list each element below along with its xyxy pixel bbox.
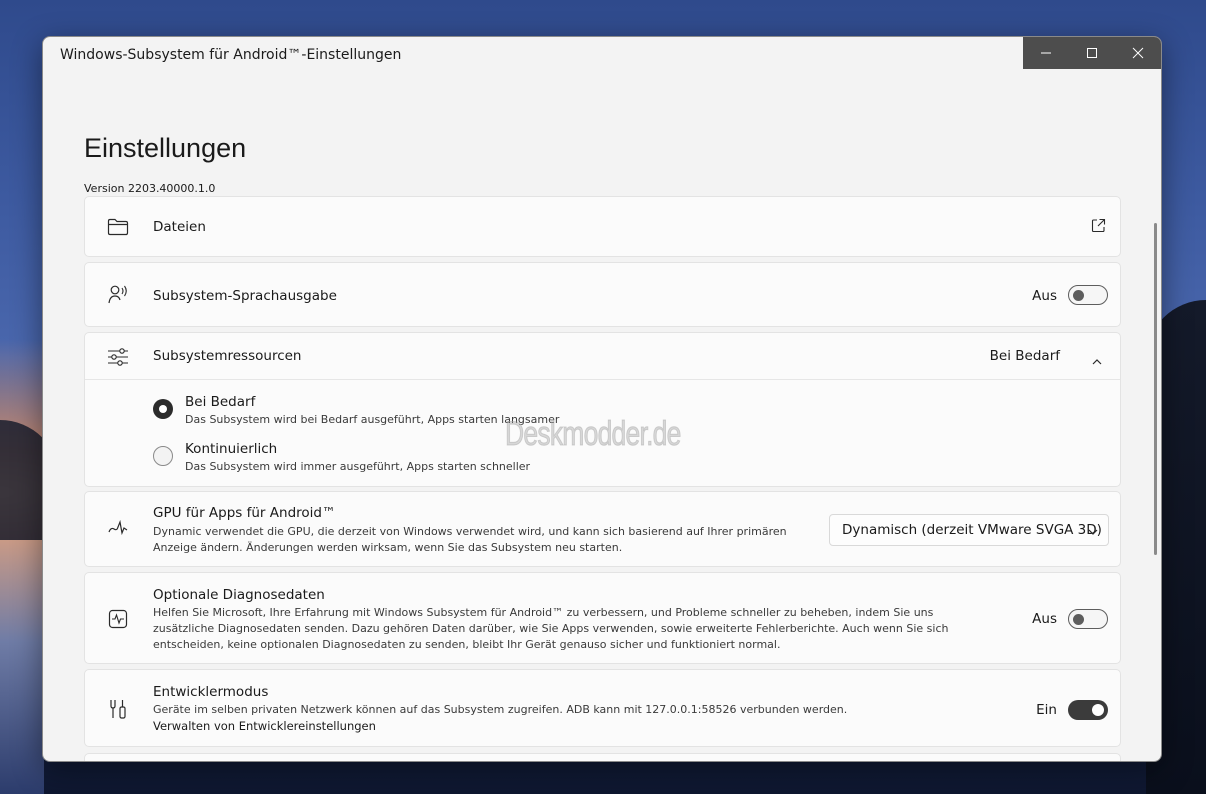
version-label: Version 2203.40000.1.0 [84,182,216,195]
diagnostics-desc-line3: entscheiden, keine optionalen Diagnoseda… [153,638,781,651]
developer-tools-icon [107,698,129,720]
developer-desc: Geräte im selben privaten Netzwerk könne… [153,703,848,716]
speech-label: Subsystem-Sprachausgabe [153,288,337,304]
open-external-icon[interactable] [1091,218,1106,237]
option-on-demand-label: Bei Bedarf [185,394,256,410]
chevron-down-icon [1088,524,1098,540]
pulse-icon [107,608,129,630]
diagnostics-toggle[interactable] [1068,609,1108,629]
watermark: Deskmodder.de [505,415,682,454]
caption-buttons [1023,37,1161,69]
gpu-card: GPU für Apps für Android™ Dynamic verwen… [84,491,1121,567]
next-card-partial [84,753,1121,761]
developer-toggle[interactable] [1068,700,1108,720]
option-on-demand-desc: Das Subsystem wird bei Bedarf ausgeführt… [185,413,560,426]
folder-icon [107,216,129,238]
speech-card: Subsystem-Sprachausgabe Aus [84,262,1121,327]
radio-continuous[interactable] [153,446,173,466]
settings-window: Windows-Subsystem für Android™-Einstellu… [42,36,1162,762]
files-card[interactable]: Dateien [84,196,1121,257]
diagnostics-label: Optionale Diagnosedaten [153,587,325,603]
developer-card: Entwicklermodus Geräte im selben private… [84,669,1121,747]
diagnostics-card: Optionale Diagnosedaten Helfen Sie Micro… [84,572,1121,664]
option-continuous-label: Kontinuierlich [185,441,278,457]
close-button[interactable] [1115,37,1161,69]
developer-label: Entwicklermodus [153,684,269,700]
speech-state-label: Aus [1032,288,1057,304]
diagnostics-desc-line2: zusätzliche Diagnosedaten senden. Dazu g… [153,622,949,635]
maximize-icon [1087,48,1097,58]
toggle-knob [1073,290,1084,301]
window-title: Windows-Subsystem für Android™-Einstellu… [60,47,402,63]
developer-settings-link[interactable]: Verwalten von Entwicklereinstellungen [153,719,376,733]
settings-content: Einstellungen Version 2203.40000.1.0 Dat… [43,73,1161,761]
toggle-knob [1092,704,1104,716]
gpu-icon [107,518,129,540]
gpu-desc-line1: Dynamic verwendet die GPU, die derzeit v… [153,525,787,538]
title-bar[interactable]: Windows-Subsystem für Android™-Einstellu… [43,37,1161,73]
diagnostics-desc-line1: Helfen Sie Microsoft, Ihre Erfahrung mit… [153,606,934,619]
sliders-icon [107,346,129,368]
resources-header[interactable]: Subsystemressourcen Bei Bedarf [85,333,1120,380]
resources-label: Subsystemressourcen [153,348,302,364]
developer-state-label: Ein [1036,702,1057,718]
toggle-knob [1073,614,1084,625]
scrollbar[interactable] [1154,223,1157,555]
minimize-icon [1041,52,1051,54]
diagnostics-state-label: Aus [1032,611,1057,627]
close-icon [1132,47,1144,59]
minimize-button[interactable] [1023,37,1069,69]
page-title: Einstellungen [84,133,247,163]
speech-icon [107,284,129,306]
gpu-label: GPU für Apps für Android™ [153,505,336,521]
option-continuous-desc: Das Subsystem wird immer ausgeführt, App… [185,460,531,473]
resources-card: Subsystemressourcen Bei Bedarf Bei Bedar… [84,332,1121,487]
resources-value: Bei Bedarf [989,348,1060,364]
maximize-button[interactable] [1069,37,1115,69]
files-label: Dateien [153,219,206,235]
gpu-dropdown[interactable]: Dynamisch (derzeit VMware SVGA 3D) [829,514,1109,546]
wallpaper-lake [0,540,44,794]
chevron-up-icon[interactable] [1092,351,1102,370]
speech-toggle[interactable] [1068,285,1108,305]
gpu-desc-line2: Anzeige ändern. Änderungen werden wirksa… [153,541,623,554]
radio-on-demand[interactable] [153,399,173,419]
gpu-dropdown-value: Dynamisch (derzeit VMware SVGA 3D) [842,522,1102,538]
